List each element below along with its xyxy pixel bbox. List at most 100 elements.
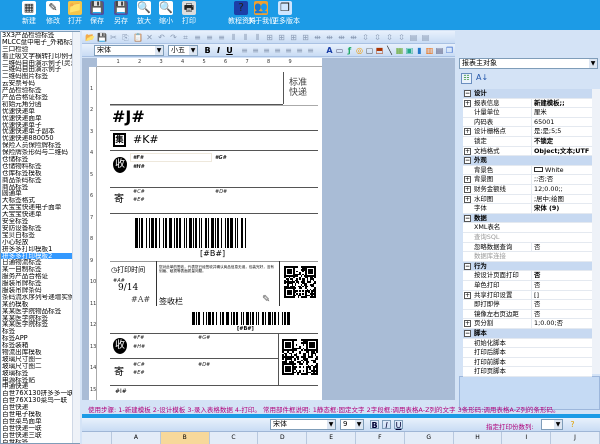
property-value[interactable]: 否 (531, 271, 592, 281)
column-header[interactable]: C (210, 432, 259, 444)
toolbar-save-button[interactable]: 💾 保存 (84, 1, 110, 26)
template-list-item[interactable]: 初始元角分函 (1, 101, 72, 108)
property-value[interactable]: 否 (531, 281, 592, 291)
property-row[interactable]: XML表名 (463, 223, 592, 233)
service-type-text[interactable]: 标准快递 (289, 78, 311, 98)
property-row[interactable]: 背景色 White (463, 165, 592, 176)
toolbar-printer-button[interactable]: 🖶 打印 (176, 1, 202, 26)
box-tool-icon[interactable]: ▢ (365, 46, 374, 55)
template-list-item[interactable]: 百世快递一联 (1, 425, 72, 432)
template-list-item[interactable]: 3X3产品检验标签 (1, 32, 72, 39)
bold-button[interactable]: B (203, 46, 212, 55)
template-list-item[interactable]: 优速快递面单 (1, 115, 72, 122)
property-value[interactable]: 厘米 (531, 108, 592, 118)
template-list-item[interactable]: 条码流水序列号递增实例 (1, 294, 72, 301)
edit-tool-icon[interactable]: ≡ (205, 33, 214, 42)
template-list-item[interactable]: 玻璃标签 (1, 370, 72, 377)
edit-tool-icon[interactable]: ↶ (157, 33, 166, 42)
template-list-item[interactable]: 某一自制标签 (1, 266, 72, 273)
field-A[interactable]: #A# (131, 295, 150, 304)
edit-tool-icon[interactable]: ⫴ (241, 33, 250, 42)
template-list-scrollbar[interactable] (72, 32, 80, 443)
expand-icon[interactable]: + (464, 320, 471, 328)
select-all-corner[interactable] (82, 432, 112, 444)
property-category[interactable]: − 数据 (463, 213, 592, 224)
field-F-2[interactable]: #F# (133, 335, 144, 341)
field-E-2[interactable]: #E# (133, 370, 145, 376)
picture-tool-icon[interactable]: ▣ (405, 46, 414, 55)
font-select[interactable]: 宋体 ▼ (94, 45, 164, 56)
underline-button[interactable]: U (225, 46, 234, 55)
edit-tool-icon[interactable]: ⫴ (229, 33, 238, 42)
property-value[interactable]: 否 (531, 309, 592, 320)
property-row[interactable]: 初始化脚本 (463, 338, 592, 349)
template-list-item[interactable]: 百世菜鸟面单 (1, 418, 72, 425)
edit-tool-icon[interactable]: 💾 (97, 33, 107, 42)
column-tool-icon[interactable]: ▮ (415, 46, 424, 55)
align-icon[interactable]: ≡ (273, 46, 282, 55)
template-list-item[interactable]: 拼多多打印模板1 (1, 246, 72, 253)
template-list-item[interactable]: 物流出库模板 (1, 349, 72, 356)
collapse-icon[interactable]: − (464, 214, 471, 222)
edit-tool-icon[interactable]: ⇹ (349, 33, 358, 42)
property-row[interactable]: 按设计页面打印 否 (463, 271, 592, 281)
barcode-main[interactable] (135, 218, 247, 248)
field-K[interactable]: #K# (133, 133, 159, 146)
template-list-item[interactable]: MLCC盘中电子_外箱标签 (1, 39, 72, 46)
edit-tool-icon[interactable]: ⊞ (301, 33, 310, 42)
toolbar-users-button[interactable]: 👥 关于我们 (248, 1, 276, 26)
field-D-2[interactable]: #D# (198, 362, 210, 368)
template-list-item[interactable]: 某某医学院标签 (1, 321, 72, 328)
collapse-icon[interactable]: − (464, 330, 471, 337)
column-header[interactable]: I (502, 432, 552, 444)
property-row[interactable]: + 财务金额线 12;0.00;; (463, 185, 592, 195)
property-row[interactable]: + 背景图 ;;否;否 (463, 175, 592, 185)
property-row[interactable]: 忽略数据查询 否 (463, 242, 592, 253)
template-list-item[interactable]: 电源标签贴 (1, 377, 72, 384)
template-list-item[interactable]: 拼多多打印模板2 (1, 252, 72, 260)
property-row[interactable]: 锁定 不锁定 (463, 137, 592, 147)
edit-tool-icon[interactable]: ⊞ (277, 33, 286, 42)
edit-tool-icon[interactable]: ≡ (193, 33, 202, 42)
property-row[interactable]: 打印后脚本 (463, 348, 592, 358)
toolbar-new-grid-button[interactable]: ▦ 新建 (16, 1, 42, 26)
property-value[interactable]: White (531, 165, 592, 176)
field-C-2[interactable]: #C# (133, 362, 145, 368)
template-list-item[interactable]: 日通物流标签 (1, 259, 72, 266)
sheet-size-select[interactable]: 9 ▼ (340, 419, 364, 430)
edit-tool-icon[interactable]: ▤ (421, 33, 430, 42)
template-list-item[interactable]: 保险牌条形码与二维码 (1, 149, 72, 156)
template-list-item[interactable]: 优速快递单子副本 (1, 128, 72, 135)
property-value[interactable]: Object;文本;UTF (531, 146, 592, 157)
property-row[interactable]: 打印前脚本 (463, 357, 592, 368)
template-list-item[interactable]: 云安票号码 (1, 80, 72, 87)
property-value[interactable]: [] (531, 290, 592, 301)
property-category[interactable]: − 行为 (463, 261, 592, 272)
property-row[interactable]: + 文档格式 Object;文本;UTF (463, 146, 592, 157)
barcode-small[interactable] (192, 312, 292, 325)
qr-code-bottom[interactable] (282, 339, 318, 375)
font-size-select[interactable]: 小五 ▼ (168, 45, 198, 56)
edit-tool-icon[interactable]: ⇳ (385, 33, 394, 42)
template-list-item[interactable]: 产品合格证标签 (1, 94, 72, 101)
template-list-item[interactable]: 二维码自由演示例子 (1, 66, 72, 73)
template-list[interactable]: 3X3产品检验标签 MLCC盘中电子_外箱标签 三口检验 看止吸文字横转打印例子 二维码… (0, 31, 80, 444)
sheet-underline-button[interactable]: U (394, 420, 403, 430)
property-value[interactable]: 否 (531, 242, 592, 253)
template-list-item[interactable]: 申通快递 (1, 383, 72, 390)
copies-column-select[interactable]: ▼ (541, 419, 563, 430)
field-E[interactable]: #E# (133, 197, 145, 203)
template-list-item[interactable]: 某某医学院标签 (1, 315, 72, 322)
fill-tool-icon[interactable]: ⬒ (375, 46, 384, 55)
template-list-item[interactable]: 小心轻放 (1, 239, 72, 246)
categorized-view-button[interactable]: ☷ (461, 73, 472, 84)
sheet-italic-button[interactable]: I (382, 420, 391, 430)
align-icon[interactable]: ≡ (240, 46, 249, 55)
field-I[interactable]: #I# (115, 388, 127, 395)
edit-tool-icon[interactable]: ↷ (169, 33, 178, 42)
property-row[interactable]: 单色打印 否 (463, 281, 592, 291)
property-value[interactable]: 不锁定 (531, 137, 592, 147)
object-select[interactable]: 报表主对象 ▼ (459, 58, 598, 69)
template-list-item[interactable]: 商品标签 (1, 184, 72, 191)
edit-tool-icon[interactable]: ▤ (409, 33, 418, 42)
